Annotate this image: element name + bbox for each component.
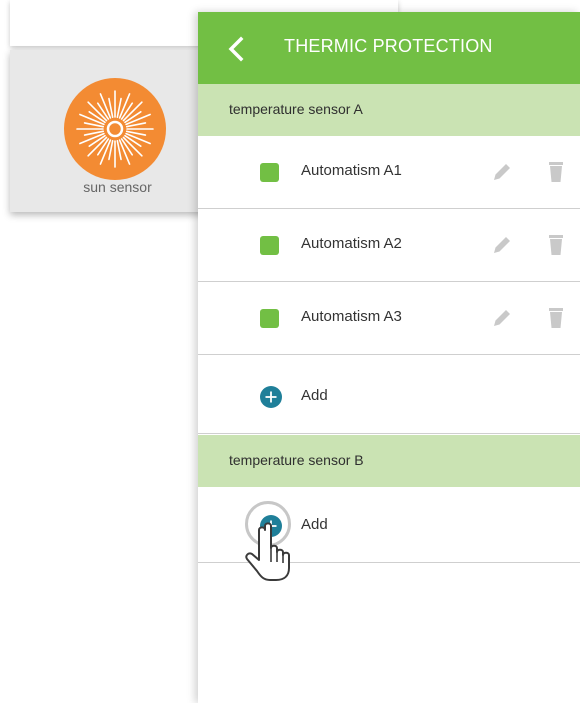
- section-header-sensor-a: temperature sensor A: [198, 84, 580, 136]
- add-label[interactable]: Add: [301, 516, 328, 533]
- sun-icon: [64, 78, 166, 180]
- list-item[interactable]: Automatism A2: [198, 209, 580, 282]
- section-title: temperature sensor B: [229, 452, 364, 468]
- pencil-icon[interactable]: [490, 233, 514, 257]
- automatism-label: Automatism A3: [301, 308, 402, 325]
- panel-header: THERMIC PROTECTION: [198, 12, 580, 84]
- automatism-label: Automatism A1: [301, 162, 402, 179]
- sun-sensor-card[interactable]: sun sensor: [10, 50, 225, 212]
- trash-icon[interactable]: [546, 233, 566, 257]
- chevron-left-icon[interactable]: [222, 34, 252, 64]
- add-label[interactable]: Add: [301, 387, 328, 404]
- hand-pointer-icon: [242, 518, 302, 582]
- color-swatch: [260, 163, 279, 182]
- plus-circle-icon[interactable]: [260, 386, 282, 408]
- color-swatch: [260, 236, 279, 255]
- add-automatism-row-a[interactable]: Add: [198, 361, 580, 434]
- page-title: THERMIC PROTECTION: [284, 36, 493, 56]
- pencil-icon[interactable]: [490, 160, 514, 184]
- color-swatch: [260, 309, 279, 328]
- add-automatism-row-b[interactable]: Add: [198, 490, 580, 581]
- sensor-label: sun sensor: [83, 179, 152, 195]
- section-title: temperature sensor A: [229, 101, 363, 117]
- thermic-protection-panel: THERMIC PROTECTION temperature sensor A …: [198, 12, 580, 703]
- trash-icon[interactable]: [546, 160, 566, 184]
- trash-icon[interactable]: [546, 306, 566, 330]
- list-item[interactable]: Automatism A1: [198, 136, 580, 209]
- section-header-sensor-b: temperature sensor B: [198, 435, 580, 487]
- list-item[interactable]: Automatism A3: [198, 282, 580, 355]
- automatism-label: Automatism A2: [301, 235, 402, 252]
- pencil-icon[interactable]: [490, 306, 514, 330]
